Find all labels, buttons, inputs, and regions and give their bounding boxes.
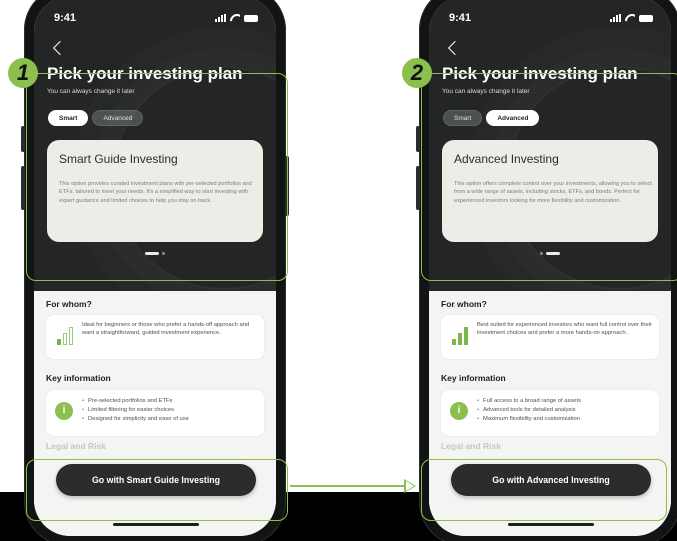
legal-heading: Legal and Risk <box>46 441 106 451</box>
highlight-plan-selector <box>421 73 677 281</box>
battery-icon <box>244 15 258 22</box>
signal-icon <box>215 14 226 22</box>
status-time: 9:41 <box>54 12 77 24</box>
for-whom-heading: For whom? <box>46 299 92 309</box>
flow-connector-line <box>290 485 406 487</box>
info-icon: i <box>55 402 73 420</box>
battery-icon <box>639 15 653 22</box>
key-info-list: Full access to a broad range of assets A… <box>477 397 581 424</box>
key-info-heading: Key information <box>46 373 111 383</box>
back-chevron-icon[interactable] <box>52 41 64 55</box>
back-chevron-icon[interactable] <box>447 41 459 55</box>
for-whom-card: Best suited for experienced investors wh… <box>441 315 659 359</box>
for-whom-card: Ideal for beginners or those who prefer … <box>46 315 264 359</box>
wifi-icon <box>625 14 635 22</box>
status-bar: 9:41 <box>34 12 276 26</box>
highlight-cta <box>421 459 667 521</box>
legal-heading: Legal and Risk <box>441 441 501 451</box>
level-bars-icon <box>452 327 468 345</box>
step-number-badge: 1 <box>8 58 38 88</box>
for-whom-text: Best suited for experienced investors wh… <box>477 322 652 337</box>
for-whom-heading: For whom? <box>441 299 487 309</box>
list-item: Advanced tools for detailed analysis <box>477 406 581 415</box>
volume-down-button <box>21 166 25 210</box>
level-bars-icon <box>57 327 73 345</box>
status-icons <box>215 14 258 22</box>
key-info-card: i Full access to a broad range of assets… <box>441 390 659 436</box>
status-icons <box>610 14 653 22</box>
list-item: Limited filtering for easier choices <box>82 406 189 415</box>
list-item: Maximum flexibility and customization <box>477 415 581 424</box>
info-icon: i <box>450 402 468 420</box>
highlight-plan-selector <box>26 73 288 281</box>
signal-icon <box>610 14 621 22</box>
key-info-list: Pre-selected portfolios and ETFs Limited… <box>82 397 189 424</box>
home-indicator <box>113 523 199 526</box>
volume-down-button <box>416 166 420 210</box>
status-time: 9:41 <box>449 12 472 24</box>
volume-up-button <box>416 126 420 152</box>
step-number-badge: 2 <box>402 58 432 88</box>
flow-arrow-icon <box>404 479 416 493</box>
list-item: Full access to a broad range of assets <box>477 397 581 406</box>
volume-up-button <box>21 126 25 152</box>
list-item: Pre-selected portfolios and ETFs <box>82 397 189 406</box>
for-whom-text: Ideal for beginners or those who prefer … <box>82 322 250 337</box>
list-item: Designed for simplicity and ease of use <box>82 415 189 424</box>
wifi-icon <box>230 14 240 22</box>
highlight-cta <box>26 459 288 521</box>
status-bar: 9:41 <box>429 12 671 26</box>
key-info-card: i Pre-selected portfolios and ETFs Limit… <box>46 390 264 436</box>
home-indicator <box>508 523 594 526</box>
key-info-heading: Key information <box>441 373 506 383</box>
